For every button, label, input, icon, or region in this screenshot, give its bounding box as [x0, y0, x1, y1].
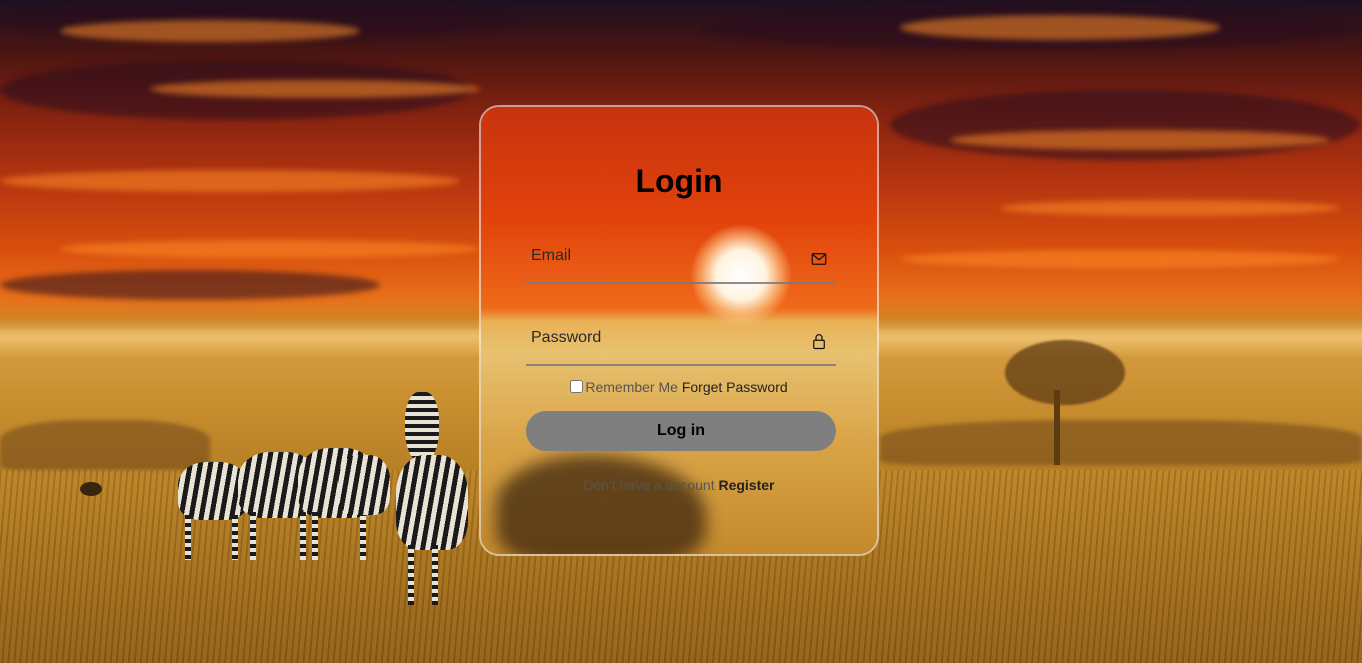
login-button[interactable]: Log in [526, 411, 836, 451]
zebra-leg [312, 512, 318, 560]
password-input-box [526, 314, 836, 366]
cloud [0, 170, 460, 192]
cloud [60, 20, 360, 42]
login-title: Login [635, 163, 723, 199]
envelope-icon [811, 253, 827, 265]
zebra-leg [232, 515, 238, 560]
login-card: Login Remember Me Forget Password [479, 105, 879, 556]
zebra-leg [360, 512, 366, 560]
zebra [338, 455, 390, 515]
remember-row: Remember Me Forget Password [481, 379, 877, 395]
cloud [1000, 200, 1340, 216]
password-input[interactable] [526, 314, 801, 362]
zebra [396, 455, 468, 550]
email-input[interactable] [526, 232, 801, 280]
zebra-head [405, 392, 439, 462]
email-input-box [526, 232, 836, 284]
cloud [150, 80, 480, 98]
cloud [60, 240, 480, 258]
register-link[interactable]: Register [718, 477, 774, 493]
treeline [0, 420, 210, 470]
zebra-leg [408, 545, 414, 605]
zebra-leg [432, 545, 438, 605]
remember-checkbox[interactable] [570, 380, 584, 393]
tree-crown [1005, 340, 1125, 405]
treeline [880, 420, 1362, 465]
cloud [900, 250, 1340, 268]
cloud [950, 130, 1330, 150]
login-form: Login Remember Me Forget Password [481, 107, 877, 554]
remember-label: Remember Me [585, 379, 678, 395]
cloud [0, 270, 380, 300]
lock-icon [813, 334, 825, 350]
cloud [900, 15, 1220, 40]
zebra-leg [300, 512, 306, 560]
forget-password-link[interactable]: Forget Password [682, 379, 788, 395]
zebra-leg [250, 512, 256, 560]
register-row: Don't have a account Register [481, 477, 877, 493]
no-account-text: Don't have a account [583, 477, 715, 493]
zebra-leg [185, 515, 191, 560]
background-scene: Login Remember Me Forget Password [0, 0, 1362, 663]
distant-animal [80, 482, 102, 496]
